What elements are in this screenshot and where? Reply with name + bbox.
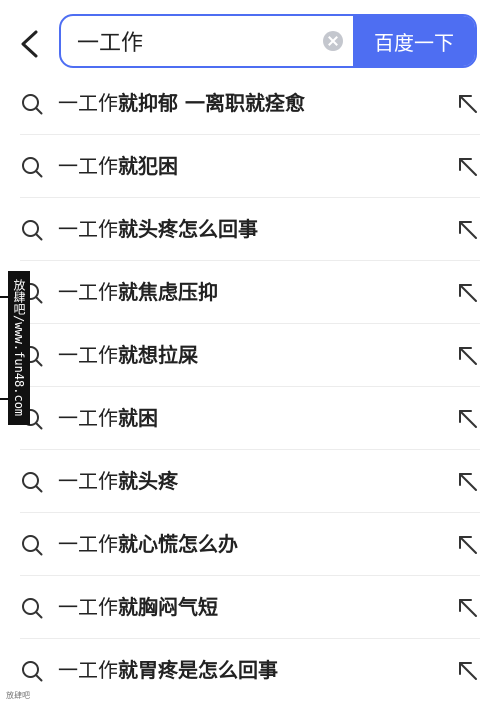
search-button[interactable]: 百度一下 [353,16,475,66]
arrow-up-left-icon[interactable] [456,533,480,557]
clear-icon[interactable] [323,31,343,51]
suggestion-item-5[interactable]: 一工作就想拉屎 [0,324,500,387]
search-icon [22,535,43,556]
suggestion-completion: 就焦虑压抑 [118,280,218,304]
suggestion-text: 一工作就胸闷气短 [58,576,218,639]
suggestion-text: 一工作就胃疼是怎么回事 [58,639,278,702]
suggestion-text: 一工作就焦虑压抑 [58,261,218,324]
chevron-left-icon [21,30,38,58]
suggestion-query: 一工作 [58,91,118,115]
search-icon [22,661,43,682]
search-input[interactable] [77,16,317,66]
suggestion-completion: 就困 [118,406,158,430]
suggestion-query: 一工作 [58,532,118,556]
search-header: 百度一下 [0,0,500,80]
arrow-up-left-icon[interactable] [456,659,480,683]
arrow-up-left-icon[interactable] [456,470,480,494]
suggestion-item-8[interactable]: 一工作就心慌怎么办 [0,513,500,576]
arrow-up-left-icon[interactable] [456,344,480,368]
suggestion-completion: 就胃疼是怎么回事 [118,658,278,682]
suggestion-item-10[interactable]: 一工作就胃疼是怎么回事 [0,639,500,702]
arrow-up-left-icon[interactable] [456,281,480,305]
suggestion-item-2[interactable]: 一工作就犯困 [0,135,500,198]
suggestion-query: 一工作 [58,280,118,304]
search-icon [22,94,43,115]
search-icon [22,598,43,619]
search-icon [22,157,43,178]
suggestion-query: 一工作 [58,217,118,241]
suggestion-text: 一工作就困 [58,387,158,450]
arrow-up-left-icon[interactable] [456,92,480,116]
suggestion-query: 一工作 [58,658,118,682]
arrow-up-left-icon[interactable] [456,218,480,242]
back-button[interactable] [12,24,48,64]
suggestion-item-7[interactable]: 一工作就头疼 [0,450,500,513]
suggestion-completion: 就胸闷气短 [118,595,218,619]
suggestion-text: 一工作就头疼 [58,450,178,513]
suggestion-text: 一工作就头疼怎么回事 [58,198,258,261]
suggestion-query: 一工作 [58,469,118,493]
suggestion-text: 一工作就想拉屎 [58,324,198,387]
suggestion-item-9[interactable]: 一工作就胸闷气短 [0,576,500,639]
watermark: 放肆吧/www.fun48.com [8,271,30,425]
search-box: 百度一下 [59,14,477,68]
suggestion-text: 一工作就心慌怎么办 [58,513,238,576]
suggestion-query: 一工作 [58,154,118,178]
suggestion-completion: 就心慌怎么办 [118,532,238,556]
search-icon [22,220,43,241]
suggestion-item-6[interactable]: 一工作就困 [0,387,500,450]
suggestion-completion: 就头疼 [118,469,178,493]
suggestion-completion: 就想拉屎 [118,343,198,367]
suggestion-text: 一工作就抑郁 一离职就痊愈 [58,72,305,135]
suggestion-item-3[interactable]: 一工作就头疼怎么回事 [0,198,500,261]
suggestion-item-4[interactable]: 一工作就焦虑压抑 [0,261,500,324]
suggestion-item-1[interactable]: 一工作就抑郁 一离职就痊愈 [0,72,500,135]
search-icon [22,472,43,493]
suggestion-query: 一工作 [58,343,118,367]
suggestion-completion: 就头疼怎么回事 [118,217,258,241]
arrow-up-left-icon[interactable] [456,596,480,620]
suggestion-query: 一工作 [58,595,118,619]
suggestion-completion: 就犯困 [118,154,178,178]
suggestion-completion: 就抑郁 一离职就痊愈 [118,91,305,115]
arrow-up-left-icon[interactable] [456,155,480,179]
arrow-up-left-icon[interactable] [456,407,480,431]
suggestion-list: 一工作就抑郁 一离职就痊愈 一工作就犯困 一工作就头疼怎么回事 一工作就焦虑压抑… [0,72,500,702]
suggestion-text: 一工作就犯困 [58,135,178,198]
footer-text: 放肆吧 [6,691,30,700]
suggestion-query: 一工作 [58,406,118,430]
